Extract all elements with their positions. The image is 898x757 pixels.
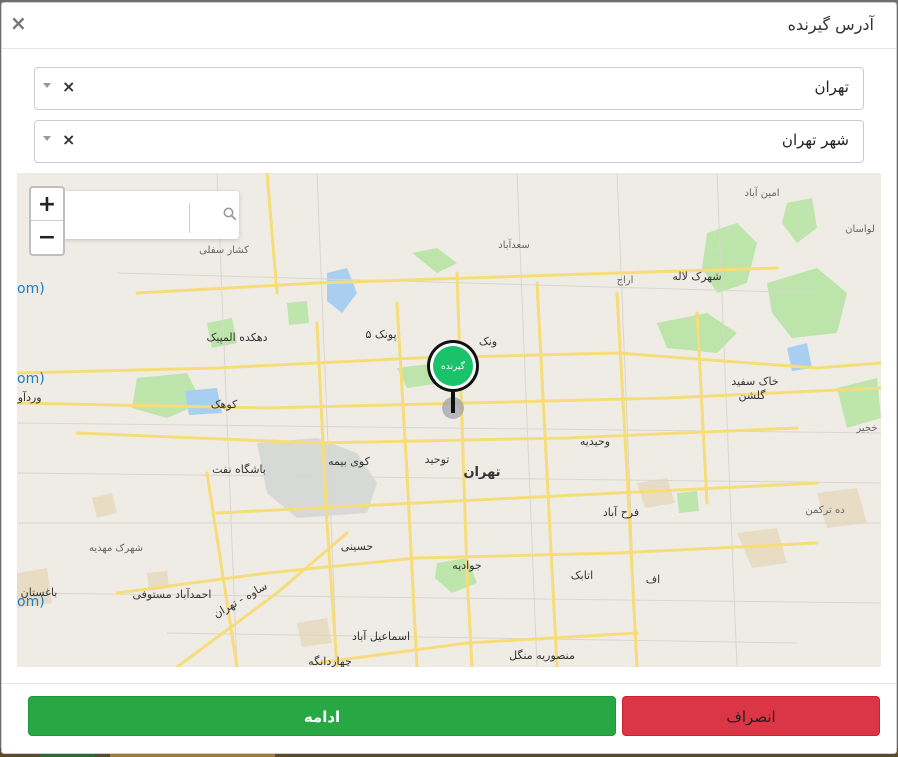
- map-pin-icon: گیرنده: [427, 340, 479, 419]
- search-divider: [189, 203, 190, 233]
- dialog-title: آدرس گیرنده: [787, 15, 874, 34]
- footer-divider: [2, 683, 896, 684]
- svg-text:ده ترکمن: ده ترکمن: [805, 505, 844, 516]
- province-select[interactable]: × تهران: [34, 67, 864, 110]
- marker-label: گیرنده: [441, 360, 466, 372]
- cancel-button[interactable]: انصراف: [622, 696, 880, 736]
- svg-text:چهاردانگه: چهاردانگه: [308, 655, 352, 667]
- svg-text:اراج: اراج: [617, 275, 634, 286]
- svg-text:ونک: ونک: [479, 335, 497, 348]
- svg-text:جوادیه: جوادیه: [452, 559, 481, 572]
- zoom-in-button[interactable]: +: [31, 188, 63, 221]
- map-view[interactable]: امین آباد سعدآباد لواسان کشار سفلی شهرک …: [17, 173, 881, 667]
- svg-text:پونک ۵: پونک ۵: [365, 328, 396, 341]
- svg-text:توحید: توحید: [425, 453, 450, 466]
- province-value: تهران: [814, 78, 849, 96]
- clear-province-icon[interactable]: ×: [62, 77, 75, 96]
- svg-text:خاک سفید: خاک سفید: [731, 375, 778, 388]
- svg-text:خجیر: خجیر: [855, 423, 877, 434]
- zoom-out-button[interactable]: −: [31, 221, 63, 254]
- city-value: شهر تهران: [781, 131, 849, 149]
- svg-text:اف: اف: [646, 573, 660, 586]
- svg-text:احمدآباد مستوفی: احمدآباد مستوفی: [133, 587, 212, 601]
- receiver-marker[interactable]: گیرنده: [425, 339, 481, 423]
- map-search-box[interactable]: [65, 191, 239, 239]
- svg-text:امین آباد: امین آباد: [744, 186, 779, 199]
- clear-city-icon[interactable]: ×: [62, 130, 75, 149]
- svg-text:وردآور: وردآور: [17, 390, 42, 404]
- svg-text:شهرک لاله: شهرک لاله: [672, 270, 721, 283]
- svg-text:گلشن: گلشن: [738, 389, 766, 402]
- svg-text:لواسان: لواسان: [845, 224, 875, 235]
- continue-button[interactable]: ادامه: [28, 696, 616, 736]
- edge-label: om): [17, 594, 45, 610]
- svg-text:وحیدیه: وحیدیه: [580, 435, 610, 448]
- chevron-down-icon[interactable]: [43, 136, 51, 141]
- receiver-address-dialog: × آدرس گیرنده × تهران × شهر تهران امین آ…: [1, 2, 897, 754]
- svg-text:ساوه - تهران: ساوه - تهران: [211, 579, 269, 620]
- svg-text:اسماعیل آباد: اسماعیل آباد: [352, 629, 410, 643]
- chevron-down-icon[interactable]: [43, 83, 51, 88]
- svg-text:دهکده المپیک: دهکده المپیک: [206, 331, 267, 344]
- svg-text:منصوریه منگل: منصوریه منگل: [509, 649, 575, 662]
- svg-text:کوهک: کوهک: [211, 398, 238, 411]
- city-select[interactable]: × شهر تهران: [34, 120, 864, 163]
- svg-text:اتابک: اتابک: [571, 569, 593, 582]
- svg-text:سعدآباد: سعدآباد: [498, 238, 530, 251]
- dialog-header: × آدرس گیرنده: [2, 3, 896, 49]
- edge-label: om): [17, 281, 45, 297]
- svg-text:باشگاه نفت: باشگاه نفت: [212, 463, 266, 476]
- zoom-control: + −: [29, 186, 65, 256]
- svg-text:حسینی: حسینی: [341, 540, 373, 553]
- svg-text:شهرک مهدیه: شهرک مهدیه: [89, 543, 143, 554]
- edge-label: om): [17, 371, 45, 387]
- svg-text:تهران: تهران: [463, 465, 500, 480]
- close-icon[interactable]: ×: [10, 12, 27, 34]
- svg-text:کوی بیمه: کوی بیمه: [328, 455, 370, 468]
- svg-text:فرح آباد: فرح آباد: [603, 505, 639, 519]
- svg-text:کشار سفلی: کشار سفلی: [199, 245, 249, 256]
